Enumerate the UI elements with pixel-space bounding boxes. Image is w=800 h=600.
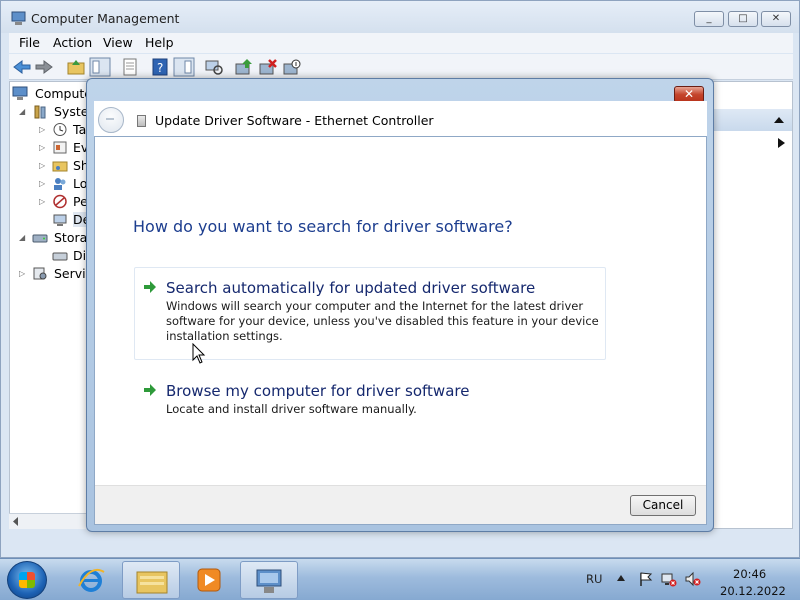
window-title: Computer Management	[31, 11, 180, 26]
media-player-icon	[197, 568, 221, 592]
taskbar-computer-management[interactable]	[240, 561, 298, 599]
menu-view[interactable]: View	[103, 35, 133, 50]
services-icon	[33, 267, 47, 280]
taskbar-media-player[interactable]	[184, 561, 236, 599]
browse-computer-option[interactable]: Browse my computer for driver software L…	[134, 370, 606, 432]
dialog-question: How do you want to search for driver sof…	[133, 217, 513, 236]
green-arrow-icon	[144, 384, 156, 396]
performance-icon	[53, 194, 67, 209]
close-icon: ✕	[683, 87, 695, 101]
collapse-icon[interactable]: ◢	[19, 107, 28, 116]
back-arrow-icon[interactable]	[11, 57, 33, 77]
computer-management-icon	[11, 11, 26, 25]
uninstall-icon[interactable]	[257, 57, 279, 77]
close-icon: ✕	[771, 13, 781, 24]
clock-icon	[53, 123, 67, 136]
shared-folder-icon	[52, 161, 68, 172]
start-button[interactable]	[7, 561, 47, 599]
expand-icon[interactable]: ▷	[39, 197, 48, 206]
actions-header[interactable]	[714, 109, 792, 131]
folder-icon	[136, 571, 168, 594]
option-title: Browse my computer for driver software	[166, 382, 470, 400]
show-hide-action-pane-icon[interactable]	[173, 57, 195, 77]
minimize-icon: _	[706, 13, 712, 24]
collapse-icon[interactable]: ◢	[19, 233, 28, 242]
console-tree: Computer ◢ System ▷ Ta ▷ Eve ▷ Sh ▷ Lo	[9, 81, 91, 529]
show-hidden-icons-icon[interactable]	[617, 575, 625, 581]
scan-hardware-icon[interactable]	[203, 57, 225, 77]
taskbar-windows-explorer[interactable]	[122, 561, 180, 599]
update-driver-dialog: ✕ Update Driver Software - Ethernet Cont…	[86, 78, 714, 532]
clock-date[interactable]: 20.12.2022	[720, 584, 786, 598]
green-arrow-icon	[144, 281, 156, 293]
more-actions-icon[interactable]	[778, 138, 785, 148]
internet-explorer-icon	[78, 568, 105, 592]
event-viewer-icon	[53, 141, 67, 154]
menu-action[interactable]: Action	[53, 35, 92, 50]
toolbar: ?	[9, 54, 793, 80]
expand-icon[interactable]: ▷	[39, 125, 48, 134]
dialog-footer: Cancel	[95, 485, 706, 524]
actions-pane	[713, 81, 793, 529]
storage-icon	[32, 234, 48, 243]
computer-icon	[12, 86, 28, 100]
expand-icon[interactable]: ▷	[39, 179, 48, 188]
volume-muted-icon[interactable]	[685, 571, 701, 587]
maximize-icon: □	[738, 13, 748, 24]
help-icon[interactable]: ?	[149, 57, 171, 77]
expand-icon[interactable]: ▷	[19, 269, 28, 278]
option-title: Search automatically for updated driver …	[166, 279, 536, 297]
taskbar: RU 20:46 20.12.2022	[0, 558, 800, 600]
dialog-title: Update Driver Software - Ethernet Contro…	[155, 113, 434, 128]
properties-icon[interactable]	[119, 57, 141, 77]
option-description: Windows will search your computer and th…	[166, 299, 599, 343]
device-icon	[137, 115, 146, 127]
menu-help[interactable]: Help	[145, 35, 174, 50]
language-indicator[interactable]: RU	[586, 572, 602, 586]
taskbar-internet-explorer[interactable]	[66, 561, 114, 599]
scroll-left-icon[interactable]	[12, 517, 20, 526]
maximize-button[interactable]: □	[728, 11, 758, 27]
tree-horizontal-scrollbar[interactable]	[9, 513, 91, 529]
computer-management-icon	[256, 569, 282, 593]
action-center-flag-icon[interactable]	[638, 571, 654, 587]
show-hide-tree-icon[interactable]	[89, 57, 111, 77]
expand-icon[interactable]: ▷	[39, 161, 48, 170]
tools-icon	[34, 105, 46, 119]
network-disconnected-icon[interactable]	[661, 571, 677, 587]
close-window-button[interactable]: ✕	[761, 11, 791, 27]
expand-icon[interactable]: ▷	[39, 143, 48, 152]
dialog-header: Update Driver Software - Ethernet Contro…	[94, 101, 707, 137]
disable-device-icon[interactable]	[281, 57, 303, 77]
window-titlebar[interactable]: Computer Management _ □ ✕	[1, 1, 799, 33]
update-driver-icon[interactable]	[233, 57, 255, 77]
users-icon	[54, 178, 66, 190]
minimize-button[interactable]: _	[694, 11, 724, 27]
forward-arrow-icon[interactable]	[33, 57, 55, 77]
menu-file[interactable]: File	[19, 35, 40, 50]
up-folder-icon[interactable]	[65, 57, 87, 77]
mouse-cursor-icon	[192, 343, 206, 364]
clock-time[interactable]: 20:46	[733, 567, 766, 581]
collapse-up-icon[interactable]	[774, 116, 784, 123]
device-manager-icon	[53, 214, 67, 226]
option-description: Locate and install driver software manua…	[166, 402, 417, 416]
svg-text:?: ?	[157, 61, 163, 75]
back-button[interactable]	[98, 107, 124, 133]
cancel-button[interactable]: Cancel	[630, 495, 696, 516]
dialog-content: How do you want to search for driver sof…	[94, 136, 707, 525]
menu-bar: File Action View Help	[9, 33, 793, 53]
disk-icon	[52, 252, 68, 261]
